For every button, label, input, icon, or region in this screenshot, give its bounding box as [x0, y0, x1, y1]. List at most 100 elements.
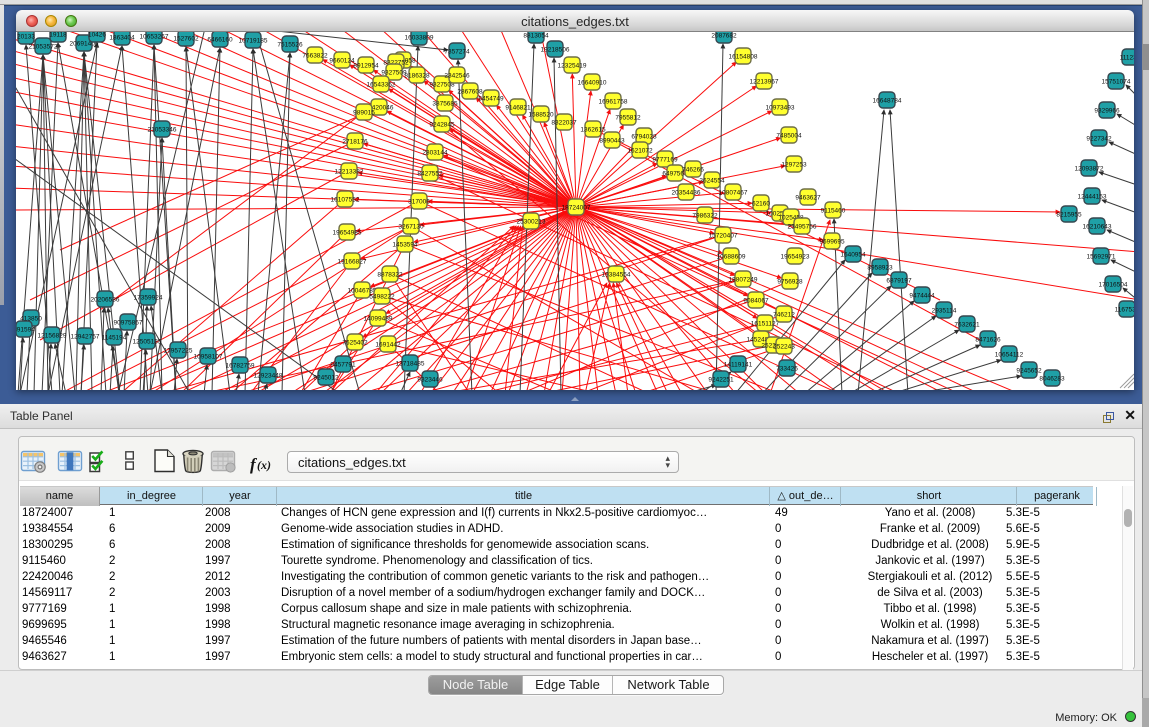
svg-text:7955812: 7955812: [615, 115, 641, 122]
svg-text:3624554: 3624554: [699, 178, 725, 185]
svg-text:2087682: 2087682: [711, 33, 737, 40]
svg-text:9245652: 9245652: [1016, 368, 1042, 375]
svg-text:8990443: 8990443: [599, 138, 625, 145]
svg-text:18724007: 18724007: [562, 205, 591, 212]
svg-text:8427552: 8427552: [417, 171, 443, 178]
svg-text:1588520: 1588520: [528, 112, 554, 119]
svg-text:8958923: 8958923: [867, 265, 893, 272]
svg-text:8813054: 8813054: [523, 33, 549, 40]
svg-text:12213382: 12213382: [335, 169, 364, 176]
svg-text:746212: 746212: [773, 312, 795, 319]
svg-text:16154808: 16154808: [729, 54, 758, 61]
svg-text:19654923: 19654923: [781, 254, 810, 261]
svg-text:8471626: 8471626: [975, 337, 1001, 344]
svg-text:8912954: 8912954: [353, 63, 379, 70]
svg-text:14099489: 14099489: [364, 316, 393, 323]
svg-text:21053346: 21053346: [148, 127, 177, 134]
svg-text:7632621: 7632621: [954, 322, 980, 329]
svg-text:16961758: 16961758: [599, 99, 628, 106]
svg-text:8322037: 8322037: [551, 120, 577, 127]
svg-text:14119141: 14119141: [724, 362, 753, 369]
svg-text:16210643: 16210643: [1083, 224, 1112, 231]
svg-text:12093872: 12093872: [1075, 166, 1104, 173]
svg-text:111233: 111233: [1120, 55, 1134, 62]
svg-text:13718485: 13718485: [396, 361, 425, 368]
svg-text:19118: 19118: [49, 32, 67, 39]
svg-text:1362615: 1362615: [580, 127, 606, 134]
svg-text:16648784: 16648784: [873, 98, 902, 105]
svg-text:9660124: 9660124: [329, 58, 355, 65]
svg-text:20133: 20133: [17, 34, 35, 41]
svg-text:7663822: 7663822: [302, 53, 328, 60]
svg-text:15692971: 15692971: [1087, 254, 1116, 261]
svg-text:9115460: 9115460: [821, 208, 846, 215]
svg-text:90975867: 90975867: [114, 320, 143, 327]
svg-text:1691442: 1691442: [375, 342, 401, 349]
svg-text:9227342: 9227342: [1086, 136, 1112, 143]
svg-text:6794028: 6794028: [631, 134, 657, 141]
svg-text:1297253: 1297253: [781, 162, 807, 169]
svg-text:9084067: 9084067: [743, 298, 769, 305]
svg-text:12213967: 12213967: [750, 79, 779, 86]
svg-text:19384554: 19384554: [602, 272, 631, 279]
svg-text:8454749: 8454749: [478, 96, 504, 103]
svg-text:10973493: 10973493: [766, 105, 795, 112]
svg-text:16640910: 16640910: [578, 80, 607, 87]
svg-text:9756928: 9756928: [777, 279, 803, 286]
svg-text:8046283: 8046283: [1039, 376, 1065, 383]
svg-text:3267130: 3267130: [398, 224, 424, 231]
svg-text:20354436: 20354436: [672, 190, 701, 197]
svg-text:2867608: 2867608: [457, 89, 483, 96]
svg-text:7625402: 7625402: [342, 340, 368, 347]
svg-text:16033809: 16033809: [405, 35, 434, 42]
svg-text:2718176: 2718176: [342, 139, 368, 146]
svg-text:391594: 391594: [16, 327, 35, 334]
svg-text:16151127: 16151127: [751, 321, 780, 328]
svg-text:10719185: 10719185: [239, 38, 268, 45]
svg-text:6466160: 6466160: [207, 37, 233, 44]
svg-text:16107552: 16107552: [331, 197, 360, 204]
svg-text:10807467: 10807467: [719, 190, 748, 197]
svg-text:9242251: 9242251: [708, 377, 734, 384]
svg-text:16782759: 16782759: [226, 363, 255, 370]
svg-text:7485004: 7485004: [776, 133, 802, 140]
svg-text:15751074: 15751074: [1102, 79, 1131, 86]
svg-text:10688609: 10688609: [717, 254, 746, 261]
svg-text:8878322: 8878322: [377, 272, 403, 279]
svg-text:252243: 252243: [773, 344, 795, 351]
svg-text:8215955: 8215955: [1056, 212, 1082, 219]
svg-text:10654112: 10654112: [995, 352, 1024, 359]
svg-text:9323446: 9323446: [417, 377, 443, 384]
svg-text:1621072: 1621072: [627, 148, 653, 155]
svg-text:19218506: 19218506: [541, 47, 570, 54]
svg-text:25300213: 25300213: [517, 219, 546, 226]
svg-text:2342546: 2342546: [444, 73, 470, 80]
svg-text:9146821: 9146821: [505, 105, 531, 112]
svg-text:989015: 989015: [353, 110, 375, 117]
svg-text:7986322: 7986322: [692, 213, 718, 220]
svg-text:16543362: 16543362: [367, 82, 396, 89]
svg-text:12156829: 12156829: [38, 333, 67, 340]
svg-text:9474444: 9474444: [909, 293, 935, 300]
svg-text:6879197: 6879197: [886, 278, 912, 285]
svg-text:20206536: 20206536: [91, 297, 120, 304]
svg-text:(x): (x): [257, 458, 271, 472]
svg-text:9777169: 9777169: [652, 157, 678, 164]
svg-text:5498222: 5498222: [369, 294, 395, 301]
svg-text:12444153: 12444153: [1078, 194, 1107, 201]
svg-text:9245012: 9245012: [313, 375, 339, 382]
svg-text:17957225: 17957225: [164, 348, 193, 355]
svg-text:1527602: 1527602: [173, 36, 199, 43]
svg-text:1145194: 1145194: [102, 335, 127, 342]
svg-text:746266: 746266: [682, 167, 704, 174]
svg-text:19654985: 19654985: [333, 230, 362, 237]
svg-text:62160: 62160: [752, 201, 770, 208]
svg-text:12325419: 12325419: [558, 63, 587, 70]
svg-text:2803144: 2803144: [422, 150, 448, 157]
svg-text:12942757: 12942757: [71, 334, 100, 341]
svg-text:7515526: 7515526: [277, 42, 303, 49]
svg-text:317006: 317006: [408, 199, 430, 206]
svg-text:18807249: 18807249: [729, 277, 758, 284]
svg-text:9699695: 9699695: [819, 239, 845, 246]
svg-text:1167533: 1167533: [1115, 307, 1134, 314]
